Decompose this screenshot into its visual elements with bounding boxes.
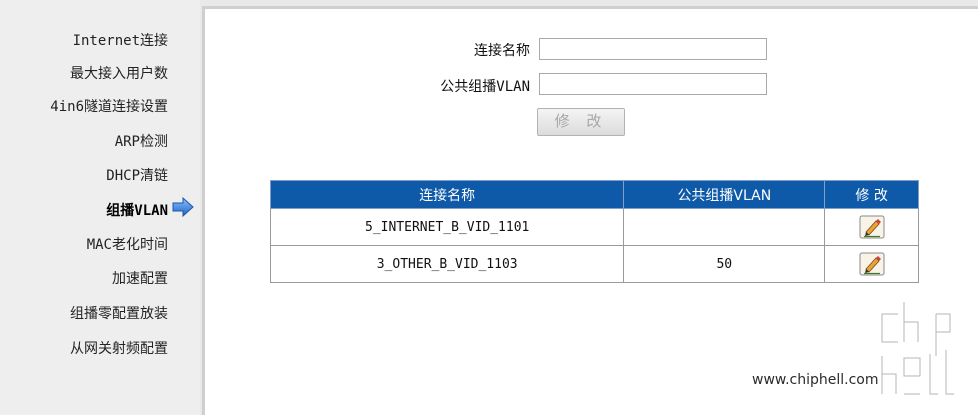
table-row: 5_INTERNET_B_VID_1101 <box>269 208 919 246</box>
sidebar-item-multicast-vlan[interactable]: 组播VLAN <box>106 200 168 220</box>
chiphell-logo-icon <box>879 302 954 397</box>
connection-name-label: 连接名称 <box>474 43 530 59</box>
sidebar-item-internet-connection[interactable]: Internet连接 <box>73 30 168 50</box>
pencil-edit-icon[interactable] <box>859 215 885 239</box>
right-arrow-icon <box>172 197 194 217</box>
pencil-edit-icon[interactable] <box>859 252 885 276</box>
sidebar-item-4in6-tunnel[interactable]: 4in6隧道连接设置 <box>50 96 168 116</box>
watermark-url: www.chiphell.com <box>752 372 879 388</box>
column-header-modify: 修 改 <box>824 180 919 209</box>
sidebar-item-gateway-rf[interactable]: 从网关射频配置 <box>70 338 168 358</box>
modify-button[interactable]: 修 改 <box>537 108 625 136</box>
sidebar-item-max-users[interactable]: 最大接入用户数 <box>70 63 168 83</box>
column-header-connection-name: 连接名称 <box>269 180 625 209</box>
cell-connection-name: 5_INTERNET_B_VID_1101 <box>269 208 625 246</box>
cell-modify <box>824 245 919 283</box>
table-header-row: 连接名称 公共组播VLAN 修 改 <box>269 180 919 209</box>
cell-connection-name: 3_OTHER_B_VID_1103 <box>269 245 625 283</box>
sidebar-item-mac-aging[interactable]: MAC老化时间 <box>87 234 168 254</box>
sidebar-item-arp-detect[interactable]: ARP检测 <box>115 131 168 151</box>
column-header-multicast-vlan: 公共组播VLAN <box>623 180 826 209</box>
sidebar-item-multicast-zero-config[interactable]: 组播零配置放装 <box>70 303 168 323</box>
cell-multicast-vlan <box>623 208 826 246</box>
multicast-vlan-input[interactable] <box>539 73 767 95</box>
sidebar-nav: Internet连接 最大接入用户数 4in6隧道连接设置 ARP检测 DHCP… <box>0 0 200 415</box>
sidebar-item-dhcp[interactable]: DHCP清链 <box>106 165 168 185</box>
cell-multicast-vlan: 50 <box>623 245 826 283</box>
cell-modify <box>824 208 919 246</box>
connection-table: 连接名称 公共组播VLAN 修 改 5_INTERNET_B_VID_1101 <box>269 180 919 283</box>
connection-name-input[interactable] <box>539 38 767 60</box>
content-panel: 连接名称 公共组播VLAN 修 改 连接名称 公共组播VLAN 修 改 5_IN… <box>202 6 978 415</box>
multicast-vlan-label: 公共组播VLAN <box>440 79 530 95</box>
table-row: 3_OTHER_B_VID_1103 50 <box>269 245 919 283</box>
sidebar-item-acceleration[interactable]: 加速配置 <box>112 268 168 288</box>
